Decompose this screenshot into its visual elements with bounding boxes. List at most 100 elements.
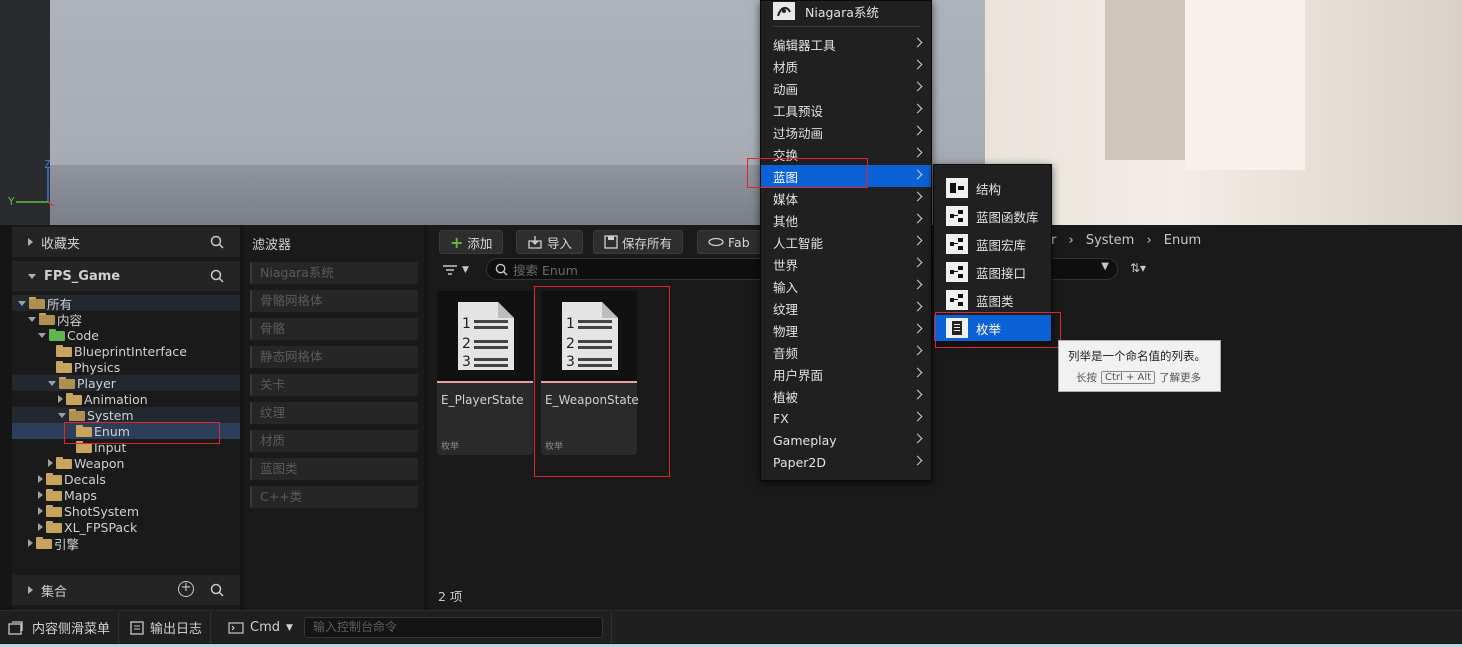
breadcrumb-item[interactable]: Enum [1164,233,1201,248]
filter-item[interactable]: C++类 [250,486,418,508]
tree-item[interactable]: ShotSystem [12,503,240,519]
tree-item[interactable]: 引擎 [12,535,240,552]
submenu-item[interactable]: 结构 [934,175,1051,201]
tree-item[interactable]: Code [12,327,240,343]
submenu-item[interactable]: 蓝图类 [934,287,1051,313]
menu-item-niagara[interactable]: Niagara系统 [773,1,879,21]
asset-type: 枚举 [441,442,460,452]
chevron-right-icon [912,37,923,48]
terminal-icon [228,621,244,634]
chevron-right-icon [912,279,923,290]
breadcrumb-item[interactable]: System [1086,233,1134,248]
menu-item[interactable]: 输入 [761,275,931,297]
import-button[interactable]: 导入 [516,230,584,254]
filter-item[interactable]: 纹理 [250,402,418,424]
folder-icon [76,441,92,453]
asset-type: 枚举 [545,442,564,452]
submenu-item[interactable]: 枚举 [934,315,1051,341]
tree-item[interactable]: Maps [12,487,240,503]
filter-item[interactable]: 材质 [250,430,418,452]
collapse-arrow-icon[interactable] [38,523,43,531]
tree-item[interactable]: XL_FPSPack [12,519,240,535]
menu-item[interactable]: 蓝图 [761,165,931,187]
asset-card[interactable]: 1 2 3 E_WeaponState 枚举 [541,291,639,455]
menu-item[interactable]: 物理 [761,319,931,341]
menu-item[interactable]: Paper2D [761,451,931,473]
expand-arrow-icon[interactable] [58,412,66,418]
filter-item[interactable]: 蓝图类 [250,458,418,480]
tree-item[interactable]: Weapon [12,455,240,471]
collapse-arrow-icon [28,238,33,246]
menu-item[interactable]: 交换 [761,143,931,165]
menu-item[interactable]: Gameplay [761,429,931,451]
chevron-right-icon [912,455,923,466]
submenu-item[interactable]: 蓝图函数库 [934,203,1051,229]
fab-button[interactable]: Fab [697,230,763,254]
sort-button[interactable]: ⇅▾ [1130,261,1146,275]
menu-item[interactable]: 世界 [761,253,931,275]
search-icon[interactable] [210,235,224,249]
project-header[interactable]: FPS_Game [12,261,240,291]
expand-arrow-icon[interactable] [18,300,26,306]
tree-item[interactable]: Animation [12,391,240,407]
collapse-arrow-icon[interactable] [28,539,33,547]
collapse-arrow-icon[interactable] [38,475,43,483]
expand-arrow-icon[interactable] [38,332,46,338]
save-all-button[interactable]: 保存所有 [593,230,684,254]
collapse-arrow-icon[interactable] [48,459,53,467]
filter-item[interactable]: Niagara系统 [250,262,418,284]
tree-item[interactable]: Decals [12,471,240,487]
content-drawer-button[interactable]: 内容侧滑菜单 [0,611,120,644]
add-button[interactable]: + 添加 [439,230,504,254]
tree-item[interactable]: Physics [12,359,240,375]
search-icon [495,263,508,276]
menu-item[interactable]: 植被 [761,385,931,407]
menu-item[interactable]: 人工智能 [761,231,931,253]
collapse-arrow-icon[interactable] [38,491,43,499]
tree-item[interactable]: System [12,407,240,423]
svg-text:3: 3 [462,354,471,370]
output-log-button[interactable]: 输出日志 [122,611,212,644]
menu-item[interactable]: 音频 [761,341,931,363]
menu-item[interactable]: 工具预设 [761,99,931,121]
filter-dropdown[interactable]: ▼ [442,261,476,279]
collections-header[interactable]: 集合 + [12,575,240,605]
save-icon [604,235,618,249]
menu-item[interactable]: 动画 [761,77,931,99]
filter-item[interactable]: 骨骼 [250,318,418,340]
menu-item-label: 材质 [773,59,799,75]
cmd-dropdown[interactable]: Cmd ▼ [220,611,301,644]
collapse-arrow-icon[interactable] [38,507,43,515]
submenu-item[interactable]: 蓝图接口 [934,259,1051,285]
menu-item[interactable]: 用户界面 [761,363,931,385]
folder-icon [69,409,85,421]
menu-item[interactable]: 其他 [761,209,931,231]
filter-item[interactable]: 静态网格体 [250,346,418,368]
submenu-item[interactable]: 蓝图宏库 [934,231,1051,257]
search-icon[interactable] [210,269,224,283]
tree-item[interactable]: Input [12,439,240,455]
tree-item[interactable]: Player [12,375,240,391]
menu-item[interactable]: FX [761,407,931,429]
console-input[interactable]: 输入控制台命令 [304,617,603,638]
search-icon[interactable] [210,583,224,597]
filter-item[interactable]: 关卡 [250,374,418,396]
level-viewport[interactable]: Z Y [0,0,1462,225]
asset-card[interactable]: 1 2 3 E_PlayerState 枚举 [437,291,533,455]
add-collection-icon[interactable]: + [178,581,194,597]
filter-item[interactable]: 骨骼网格体 [250,290,418,312]
tree-item[interactable]: 所有 [12,295,240,312]
tree-item[interactable]: BlueprintInterface [12,343,240,359]
menu-item[interactable]: 纹理 [761,297,931,319]
menu-item[interactable]: 过场动画 [761,121,931,143]
favorites-header[interactable]: 收藏夹 [12,227,240,257]
menu-item[interactable]: 编辑器工具 [761,33,931,55]
chevron-down-icon[interactable]: ▼ [1101,261,1109,272]
menu-item[interactable]: 媒体 [761,187,931,209]
tree-item[interactable]: 内容 [12,311,240,328]
expand-arrow-icon[interactable] [48,380,56,386]
collapse-arrow-icon[interactable] [58,395,63,403]
expand-arrow-icon[interactable] [28,316,36,322]
tree-item[interactable]: Enum [12,423,240,439]
menu-item[interactable]: 材质 [761,55,931,77]
